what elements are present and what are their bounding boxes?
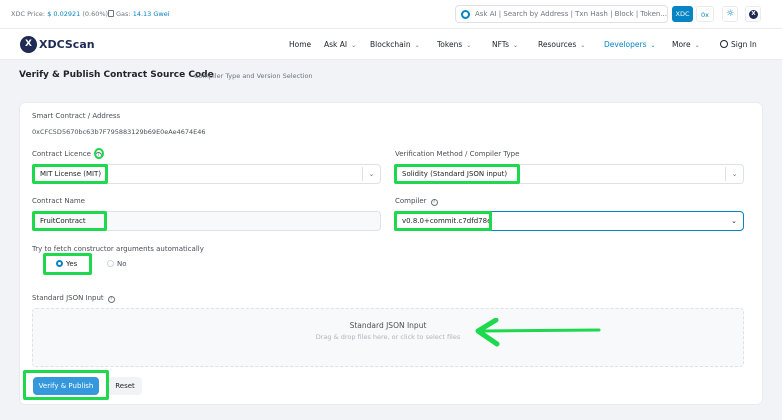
licence-label: Contract Licence?	[32, 150, 102, 159]
xdc-format-button[interactable]: XDC	[672, 6, 693, 22]
xdc-price: XDC Price: $ 0.02921 (0.60%)	[11, 10, 108, 18]
json-input-label: Standard JSON Input?	[32, 294, 115, 303]
chevron-down-icon: ⌄	[725, 167, 743, 181]
nav-more[interactable]: More ⌄	[672, 40, 700, 49]
ai-search-icon	[461, 10, 470, 19]
radio-no[interactable]: No	[107, 260, 127, 268]
site-logo-text[interactable]: XDCScan	[39, 38, 95, 51]
reset-button[interactable]: Reset	[108, 377, 142, 395]
arrow-annotation-icon	[475, 318, 601, 347]
gas-label: Gas:	[116, 10, 131, 18]
search-input[interactable]: Ask AI | Search by Address | Txn Hash | …	[455, 5, 668, 23]
chevron-down-icon: ⌄	[414, 42, 420, 49]
chevron-down-icon: ⌄	[731, 217, 737, 225]
nav-blockchain[interactable]: Blockchain ⌄	[370, 40, 420, 49]
highlight-contract-name	[32, 211, 107, 231]
user-icon	[720, 40, 728, 48]
chevron-down-icon: ⌄	[580, 42, 586, 49]
highlight-help-icon	[94, 148, 104, 159]
highlight-verify	[23, 370, 109, 400]
main-nav: X XDCScan Home Ask AI ⌄ Blockchain ⌄ Token…	[0, 29, 782, 60]
nav-nfts[interactable]: NFTs ⌄	[492, 40, 518, 49]
network-button[interactable]: X	[745, 6, 761, 22]
highlight-compiler	[394, 211, 492, 231]
price-change: (0.60%)	[82, 10, 109, 18]
xdcscan-logo-icon[interactable]: X	[20, 36, 37, 53]
nav-tokens[interactable]: Tokens ⌄	[437, 40, 471, 49]
nav-resources[interactable]: Resources ⌄	[538, 40, 585, 49]
contract-address: 0xCFC5D5670bc63b7F795883129b69E0eAe4674E…	[32, 128, 206, 136]
sun-icon: ☼	[725, 9, 735, 19]
search-placeholder: Ask AI | Search by Address | Txn Hash | …	[475, 10, 668, 18]
sign-in-link[interactable]: Sign In	[720, 40, 757, 49]
price-label: XDC Price:	[11, 10, 46, 18]
theme-toggle-button[interactable]: ☼	[722, 6, 738, 22]
price-value[interactable]: $ 0.02921	[47, 10, 80, 18]
highlight-method	[394, 164, 520, 184]
fetch-args-label: Try to fetch constructor arguments autom…	[32, 245, 204, 253]
address-label: Smart Contract / Address	[32, 112, 121, 120]
radio-dot	[107, 260, 114, 267]
dropzone-title: Standard JSON Input	[349, 321, 427, 330]
top-bar: XDC Price: $ 0.02921 (0.60%) Gas: 14.13 …	[0, 0, 782, 29]
xdc-logo-icon: X	[749, 10, 758, 19]
highlight-yes	[43, 253, 92, 275]
0x-format-button[interactable]: 0x	[696, 6, 714, 22]
gas-pump-icon	[108, 10, 114, 17]
chevron-down-icon: ⌄	[466, 42, 472, 49]
compiler-label: Compiler?	[395, 197, 438, 206]
chevron-down-icon: ⌄	[513, 42, 519, 49]
contract-name-label: Contract Name	[32, 197, 85, 205]
highlight-licence	[32, 164, 108, 184]
chevron-down-icon: ⌄	[362, 167, 380, 181]
gas-price: Gas: 14.13 Gwei	[108, 10, 170, 18]
nav-ask-ai[interactable]: Ask AI ⌄	[324, 40, 356, 49]
nav-developers[interactable]: Developers ⌄	[604, 40, 656, 49]
dropzone-hint: Drag & drop files here, or click to sele…	[315, 333, 461, 341]
gas-value[interactable]: 14.13 Gwei	[133, 10, 170, 18]
chevron-down-icon: ⌄	[694, 42, 700, 49]
page-title: Verify & Publish Contract Source Code	[19, 70, 214, 80]
help-icon[interactable]: ?	[107, 296, 115, 303]
chevron-down-icon: ⌄	[351, 42, 357, 49]
json-dropzone[interactable]: Standard JSON Input Drag & drop files he…	[32, 308, 744, 367]
nav-home[interactable]: Home	[289, 40, 311, 49]
chevron-down-icon: ⌄	[650, 42, 656, 49]
help-icon[interactable]: ?	[430, 199, 438, 206]
method-label: Verification Method / Compiler Type	[395, 150, 520, 158]
page-subtitle: Compiler Type and Version Selection	[194, 72, 313, 80]
